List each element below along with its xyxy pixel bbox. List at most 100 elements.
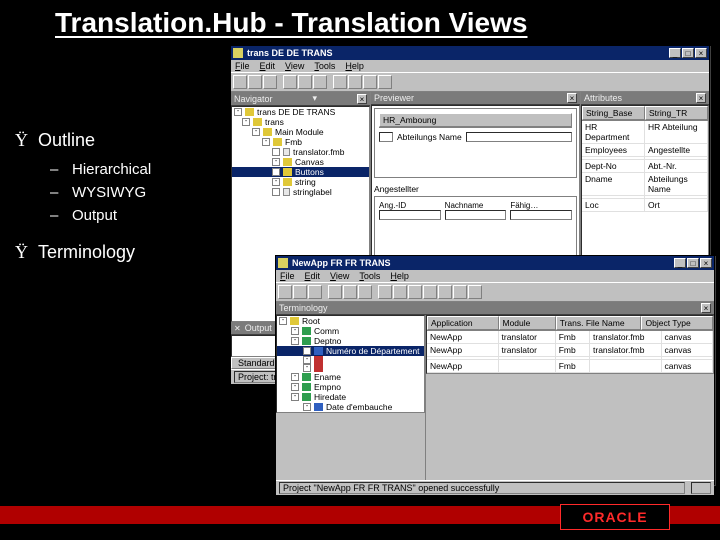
expand-icon[interactable]: - xyxy=(279,317,287,325)
expand-icon[interactable]: - xyxy=(252,128,260,136)
preview-field[interactable] xyxy=(379,210,441,220)
toolbar-button[interactable] xyxy=(328,285,342,299)
tree-row[interactable]: -trans DE DE TRANS xyxy=(232,107,369,117)
tree-row[interactable]: - xyxy=(277,356,424,364)
expand-icon[interactable]: - xyxy=(303,347,311,355)
tree-row[interactable]: -Ename xyxy=(277,372,424,382)
tree-row[interactable]: -Empno xyxy=(277,382,424,392)
tree-row[interactable]: -Main Module xyxy=(232,127,369,137)
toolbar-button[interactable] xyxy=(468,285,482,299)
pane-close-button[interactable]: × xyxy=(567,93,577,103)
chevron-down-icon[interactable]: ▾ xyxy=(313,93,318,104)
toolbar-button[interactable] xyxy=(298,75,312,89)
toolbar-button[interactable] xyxy=(263,75,277,89)
expand-icon[interactable]: - xyxy=(303,403,311,411)
maximize-button[interactable]: □ xyxy=(682,48,694,58)
toolbar-button[interactable] xyxy=(438,285,452,299)
pane-close-button[interactable]: × xyxy=(357,94,367,104)
preview-tab[interactable]: HR_Amboung xyxy=(379,113,572,127)
tree-row[interactable]: -Root xyxy=(277,316,424,326)
minimize-button[interactable]: _ xyxy=(674,258,686,268)
col-header[interactable]: String_TR xyxy=(645,106,708,120)
expand-icon[interactable]: - xyxy=(234,108,242,116)
menu-file[interactable]: File xyxy=(235,61,250,71)
expand-icon[interactable]: - xyxy=(291,337,299,345)
tree-row[interactable]: -Fmb xyxy=(232,137,369,147)
toolbar-button[interactable] xyxy=(348,75,362,89)
tree-row[interactable]: translator.fmb xyxy=(232,147,369,157)
toolbar-button[interactable] xyxy=(283,75,297,89)
expand-icon[interactable] xyxy=(272,188,280,196)
preview-field[interactable] xyxy=(445,210,507,220)
table-row[interactable]: NewApptranslatorFmbtranslator.fmbcanvas xyxy=(427,331,713,344)
table-row[interactable]: EmployeesAngestellte xyxy=(582,144,708,157)
menu-tools[interactable]: Tools xyxy=(359,271,380,281)
toolbar-button[interactable] xyxy=(378,75,392,89)
expand-icon[interactable]: - xyxy=(291,383,299,391)
col-header[interactable]: String_Base xyxy=(582,106,645,120)
table-row[interactable]: NewApptranslatorFmbtranslator.fmbcanvas xyxy=(427,344,713,357)
tree-row[interactable]: -string xyxy=(232,177,369,187)
pane-close-button[interactable]: × xyxy=(696,93,706,103)
expand-icon[interactable]: - xyxy=(291,373,299,381)
expand-icon[interactable]: - xyxy=(272,178,280,186)
toolbar-button[interactable] xyxy=(393,285,407,299)
col-header[interactable]: Module xyxy=(499,316,556,330)
pane-close-button[interactable]: × xyxy=(701,303,711,313)
tree-row[interactable]: -Buttons xyxy=(232,167,369,177)
table-row[interactable]: HR DepartmentHR Abteilung xyxy=(582,121,708,144)
table-row[interactable]: Dept-NoAbt.-Nr. xyxy=(582,160,708,173)
menu-edit[interactable]: Edit xyxy=(305,271,321,281)
expand-icon[interactable]: - xyxy=(291,393,299,401)
toolbar-button[interactable] xyxy=(293,285,307,299)
toolbar-button[interactable] xyxy=(248,75,262,89)
titlebar[interactable]: trans DE DE TRANS _ □ × xyxy=(231,46,709,60)
table-row[interactable]: LocOrt xyxy=(582,199,708,212)
menu-help[interactable]: Help xyxy=(345,61,364,71)
menu-view[interactable]: View xyxy=(285,61,304,71)
toolbar-button[interactable] xyxy=(333,75,347,89)
table-row[interactable]: DnameAbteilungs Name xyxy=(582,173,708,196)
col-header[interactable]: Object Type xyxy=(641,316,713,330)
menu-view[interactable]: View xyxy=(330,271,349,281)
expand-icon[interactable]: - xyxy=(303,364,311,372)
maximize-button[interactable]: □ xyxy=(687,258,699,268)
titlebar[interactable]: NewApp FR FR TRANS _ □ × xyxy=(276,256,714,270)
toolbar-button[interactable] xyxy=(378,285,392,299)
menu-tools[interactable]: Tools xyxy=(314,61,335,71)
tree-row[interactable]: -Date d'embauche xyxy=(277,402,424,412)
expand-icon[interactable]: - xyxy=(262,138,270,146)
toolbar-button[interactable] xyxy=(233,75,247,89)
tree-row[interactable]: -trans xyxy=(232,117,369,127)
toolbar-button[interactable] xyxy=(343,285,357,299)
menu-file[interactable]: File xyxy=(280,271,295,281)
tree-row[interactable]: stringlabel xyxy=(232,187,369,197)
tree-row[interactable]: -Canvas xyxy=(232,157,369,167)
toolbar-button[interactable] xyxy=(408,285,422,299)
tree-row[interactable]: -Comm xyxy=(277,326,424,336)
tree-row[interactable]: - xyxy=(277,364,424,372)
toolbar-button[interactable] xyxy=(313,75,327,89)
toolbar-button[interactable] xyxy=(453,285,467,299)
expand-icon[interactable]: - xyxy=(272,158,280,166)
tree-row[interactable]: -Numéro de Département xyxy=(277,346,424,356)
table-row[interactable]: NewAppFmbcanvas xyxy=(427,360,713,373)
preview-field[interactable] xyxy=(466,132,572,142)
tree-row[interactable]: -Deptno xyxy=(277,336,424,346)
toolbar-button[interactable] xyxy=(363,75,377,89)
expand-icon[interactable] xyxy=(272,148,280,156)
col-header[interactable]: Application xyxy=(427,316,499,330)
expand-icon[interactable]: - xyxy=(272,168,280,176)
tab-standard[interactable]: Standard xyxy=(231,357,282,369)
toolbar-button[interactable] xyxy=(278,285,292,299)
expand-icon[interactable]: - xyxy=(291,327,299,335)
expand-icon[interactable]: - xyxy=(242,118,250,126)
toolbar-button[interactable] xyxy=(423,285,437,299)
close-button[interactable]: × xyxy=(695,48,707,58)
close-button[interactable]: × xyxy=(700,258,712,268)
terminology-grid[interactable]: Application Module Trans. File Name Obje… xyxy=(426,315,714,374)
menu-help[interactable]: Help xyxy=(390,271,409,281)
toolbar-button[interactable] xyxy=(308,285,322,299)
expand-icon[interactable]: - xyxy=(303,356,311,364)
col-header[interactable]: Trans. File Name xyxy=(556,316,642,330)
